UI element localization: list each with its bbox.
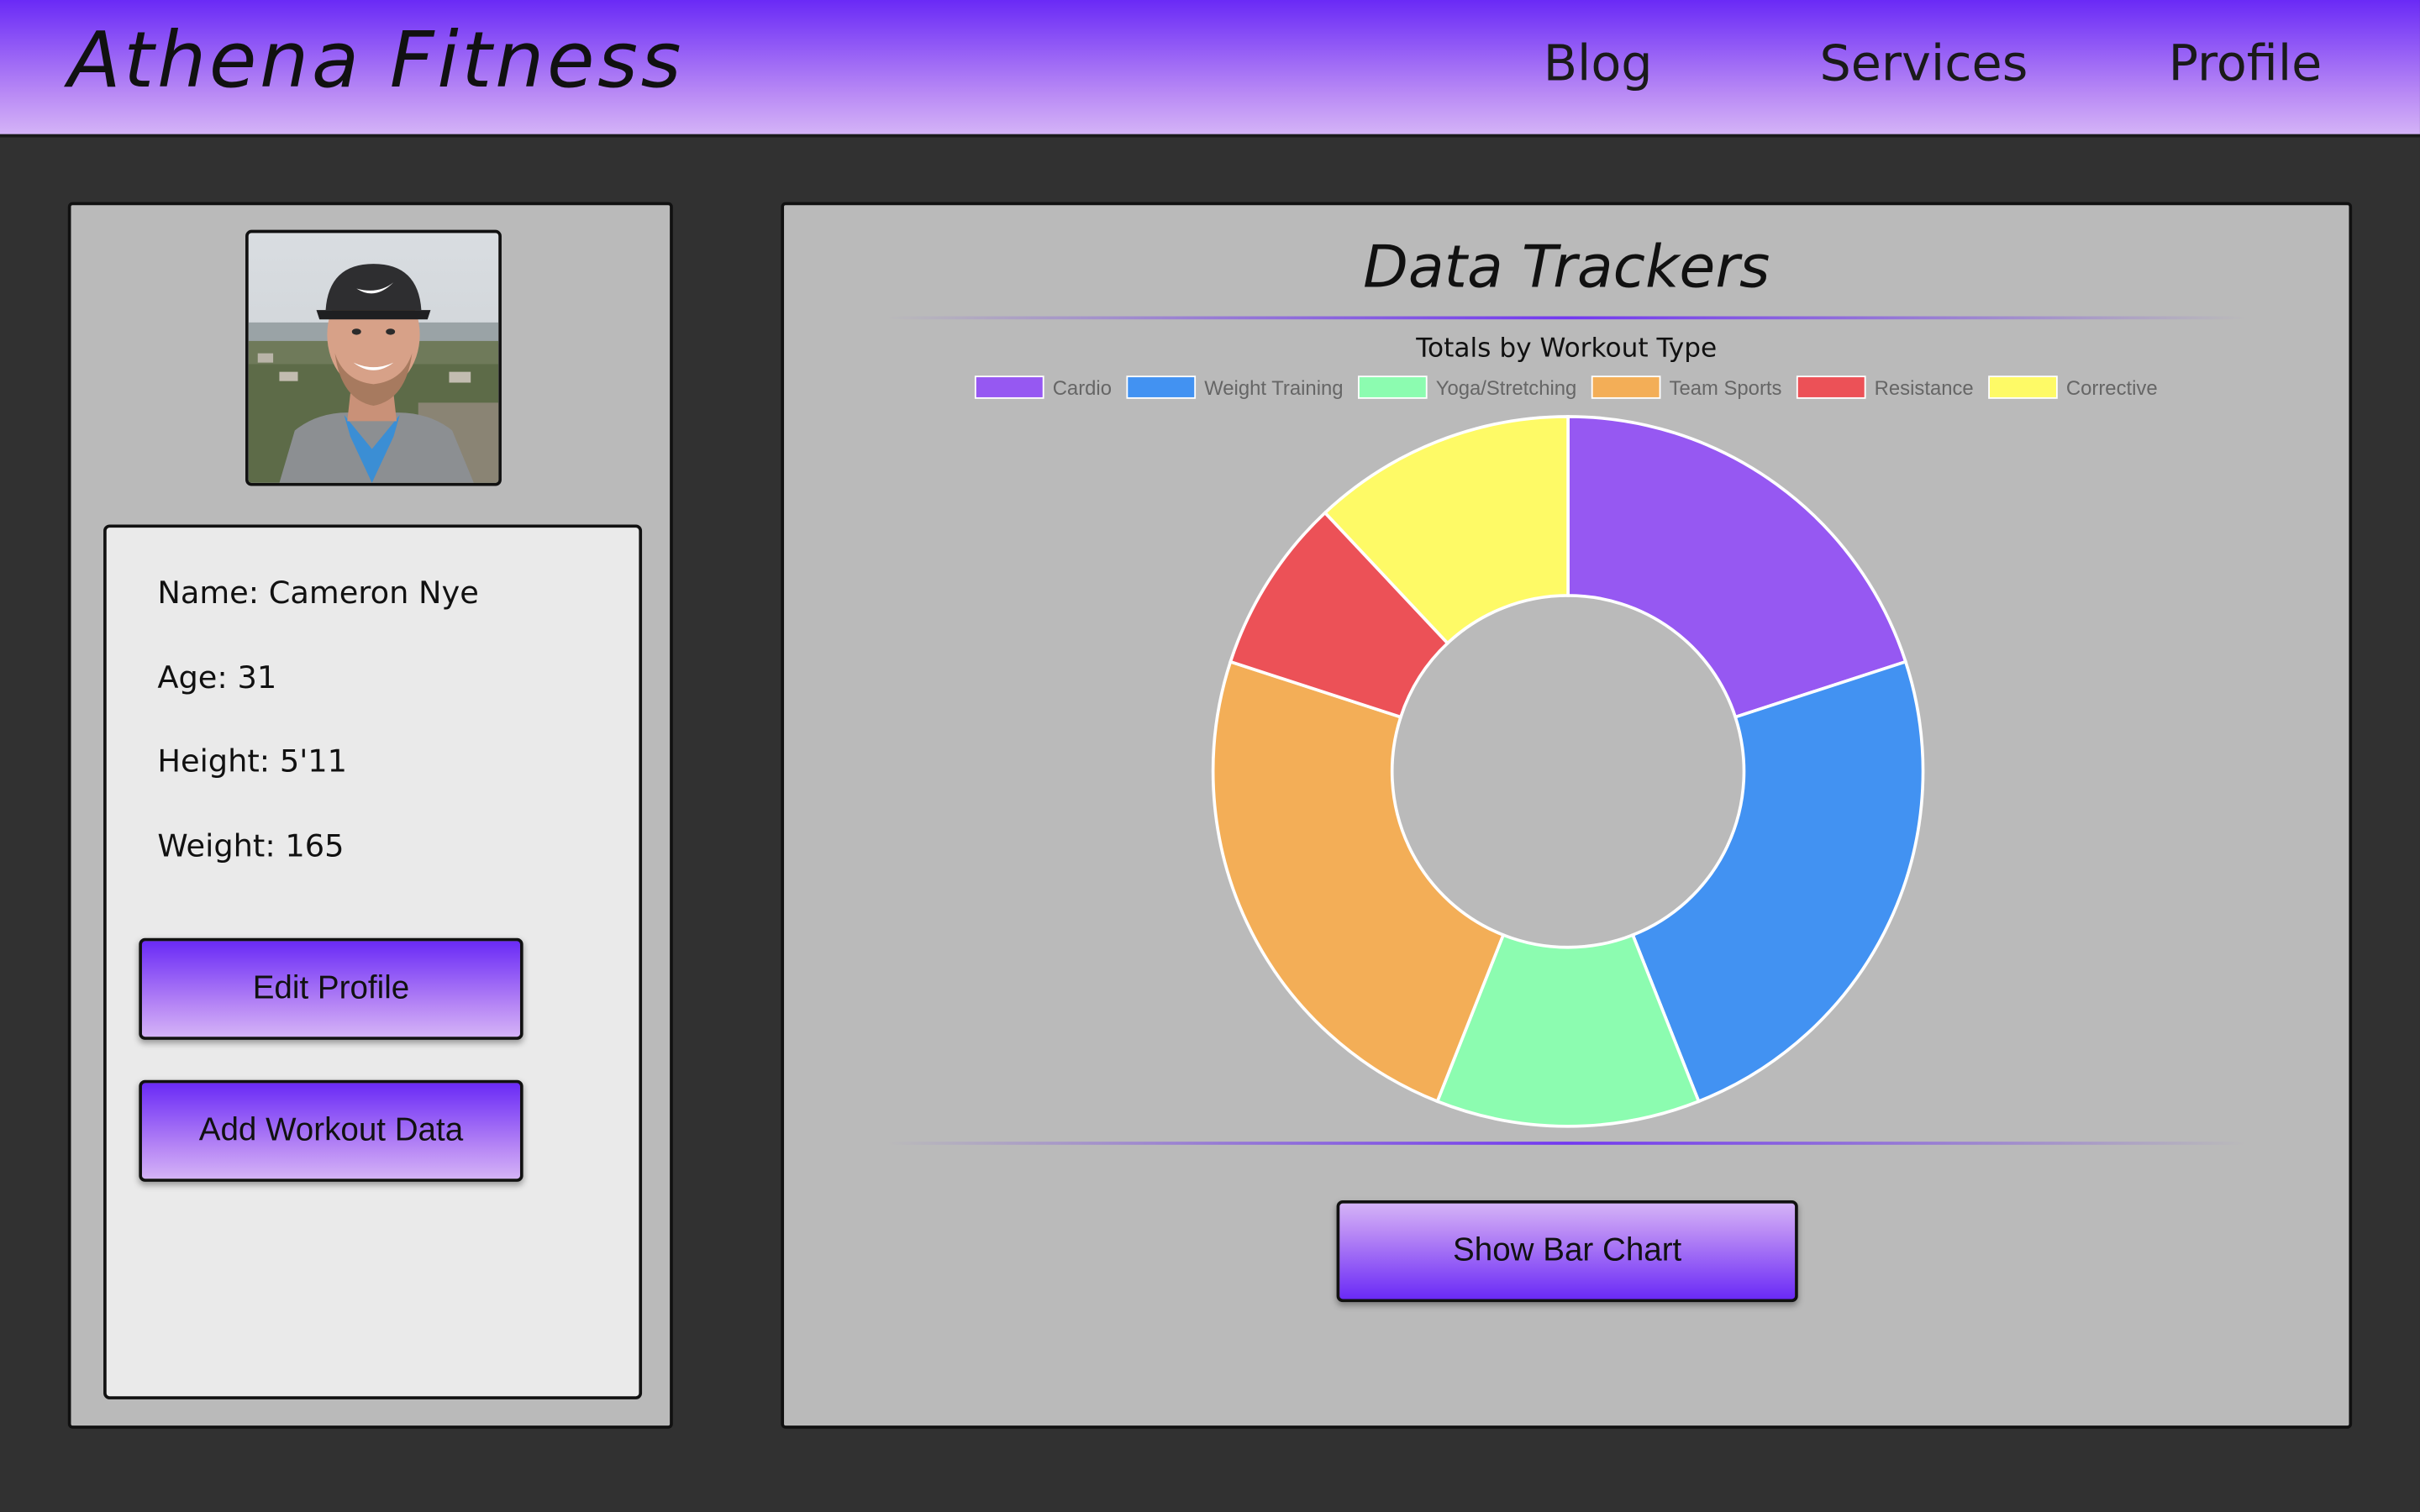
profile-age: Age: 31 xyxy=(157,659,277,696)
app-root: Athena Fitness Blog Services Profile Nam… xyxy=(0,0,2420,1512)
chart-slice-1[interactable] xyxy=(1630,659,1925,1104)
top-navbar: Athena Fitness Blog Services Profile xyxy=(0,0,2420,138)
profile-weight: Weight: 165 xyxy=(157,827,345,864)
data-trackers-panel: Data Trackers Totals by Workout Type Card… xyxy=(781,202,2353,1429)
chart-slice-0[interactable] xyxy=(1566,415,1908,719)
avatar xyxy=(245,229,502,486)
legend-swatch-3[interactable] xyxy=(1591,375,1661,399)
legend-swatch-2[interactable] xyxy=(1357,375,1428,399)
legend-label-3: Team Sports xyxy=(1670,377,1782,400)
add-workout-data-label: Add Workout Data xyxy=(198,1112,464,1148)
nav-link-profile[interactable]: Profile xyxy=(2169,34,2323,92)
nav-link-services[interactable]: Services xyxy=(1819,34,2028,92)
legend-swatch-0[interactable] xyxy=(974,375,1044,399)
profile-panel: Name: Cameron Nye Age: 31 Height: 5'11 W… xyxy=(67,202,673,1429)
legend-label-0: Cardio xyxy=(1053,377,1112,400)
legend-swatch-1[interactable] xyxy=(1126,375,1197,399)
profile-name: Name: Cameron Nye xyxy=(157,574,479,612)
workout-doughnut-chart: Totals by Workout Type Cardio Weight Train… xyxy=(974,333,2158,1128)
nav-link-blog[interactable]: Blog xyxy=(1544,34,1653,92)
chart-slice-3[interactable] xyxy=(1211,659,1506,1104)
brand-logo[interactable]: Athena Fitness xyxy=(68,15,684,105)
profile-info-card: Name: Cameron Nye Age: 31 Height: 5'11 W… xyxy=(103,524,643,1399)
show-bar-chart-label: Show Bar Chart xyxy=(1453,1232,1682,1268)
legend-label-4: Resistance xyxy=(1875,377,1974,400)
profile-height: Height: 5'11 xyxy=(157,742,348,780)
chart-divider xyxy=(886,1142,2248,1145)
chart-title: Totals by Workout Type xyxy=(1415,333,1717,363)
edit-profile-label: Edit Profile xyxy=(252,970,410,1006)
legend-swatch-5[interactable] xyxy=(1988,375,2058,399)
legend-swatch-4[interactable] xyxy=(1796,375,1866,399)
add-workout-data-button[interactable]: Add Workout Data xyxy=(139,1079,523,1182)
show-bar-chart-button[interactable]: Show Bar Chart xyxy=(1336,1200,1798,1303)
avatar-image xyxy=(248,233,499,483)
legend-label-5: Corrective xyxy=(2066,377,2158,400)
edit-profile-button[interactable]: Edit Profile xyxy=(139,937,523,1040)
legend-label-2: Yoga/Stretching xyxy=(1436,377,1577,400)
legend-label-1: Weight Training xyxy=(1204,377,1343,400)
